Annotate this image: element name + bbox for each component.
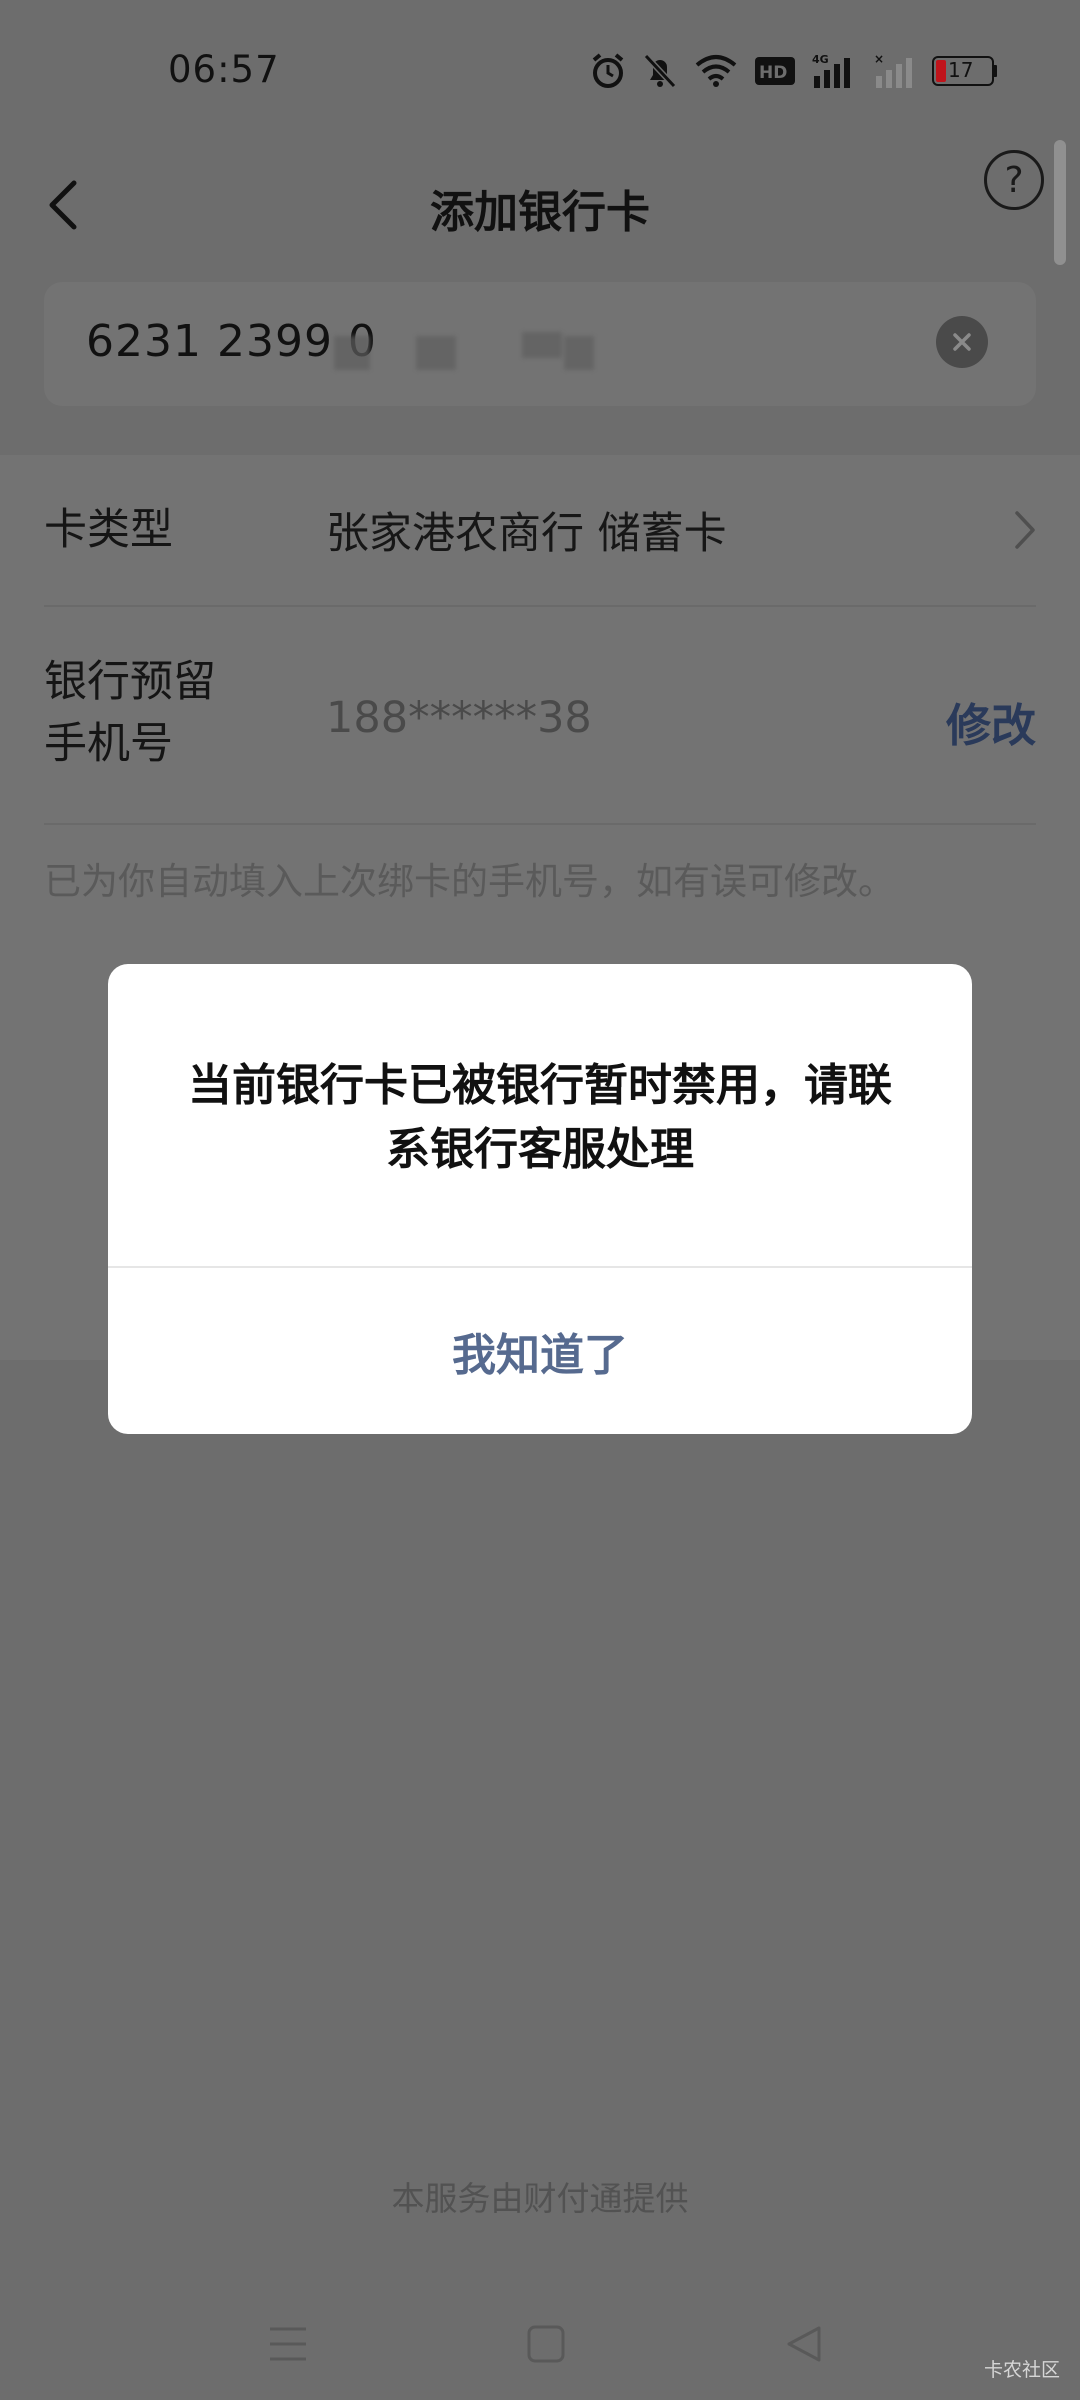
redaction-block (334, 336, 370, 370)
chevron-right-icon (1015, 511, 1035, 549)
phone-row: 银行预留 手机号 188******38 修改 (44, 605, 1036, 825)
watermark: 卡农社区 (983, 2359, 1060, 2381)
phone-label-line1: 银行预留 (44, 657, 216, 707)
svg-text:4G: 4G (812, 53, 829, 66)
redaction-block (522, 332, 562, 358)
mute-bell-icon (643, 53, 677, 89)
menu-icon (270, 2327, 306, 2361)
hd-icon: HD (755, 57, 795, 85)
phone-label-line2: 手机号 (44, 719, 173, 770)
help-button[interactable]: ? (984, 150, 1044, 210)
dialog-message-line2: 系银行客服处理 (386, 1124, 694, 1175)
alert-dialog: 当前银行卡已被银行暂时禁用，请联 系银行客服处理 我知道了 (108, 964, 972, 1434)
acknowledge-button[interactable]: 我知道了 (108, 1268, 972, 1434)
back-triangle-icon (787, 2326, 821, 2362)
autofill-hint: 已为你自动填入上次绑卡的手机号，如有误可修改。 (44, 860, 895, 903)
status-time: 06:57 (168, 48, 280, 91)
alarm-icon (592, 53, 624, 88)
card-type-label: 卡类型 (44, 505, 173, 555)
page-title: 添加银行卡 (430, 187, 650, 238)
card-type-value: 张家港农商行 储蓄卡 (326, 509, 727, 559)
dialog-message: 当前银行卡已被银行暂时禁用，请联 系银行客服处理 (164, 1054, 916, 1182)
home-square-icon (527, 2325, 565, 2363)
svg-text:×: × (874, 52, 884, 66)
edit-phone-link[interactable]: 修改 (946, 689, 1036, 754)
signal-empty-icon: × (874, 52, 912, 88)
redaction-block (564, 336, 594, 370)
phone-label: 银行预留 手机号 (44, 651, 216, 776)
redaction-block (416, 336, 456, 370)
system-nav-bar (0, 2300, 1080, 2400)
battery-level: 17 (948, 58, 974, 82)
battery-icon: 17 (932, 56, 998, 86)
menu-nav-button[interactable] (258, 2314, 318, 2374)
status-bar: 06:57 HD 4G × 17 (0, 0, 1080, 140)
close-icon (953, 333, 971, 351)
back-nav-button[interactable] (774, 2314, 834, 2374)
wifi-icon (695, 55, 737, 87)
card-type-row[interactable]: 卡类型 张家港农商行 储蓄卡 (44, 455, 1036, 607)
signal-4g-icon: 4G (812, 53, 850, 88)
home-nav-button[interactable] (516, 2314, 576, 2374)
svg-text:HD: HD (759, 63, 787, 83)
scrollbar-thumb[interactable] (1054, 140, 1066, 265)
help-icon: ? (1004, 159, 1024, 201)
clear-input-button[interactable] (936, 316, 988, 368)
phone-value: 188******38 (326, 693, 592, 743)
dialog-message-line1: 当前银行卡已被银行暂时禁用，请联 (188, 1060, 892, 1111)
card-number-field[interactable]: 6231 2399 0 (44, 282, 1036, 406)
provider-footer: 本服务由财付通提供 (391, 2179, 689, 2218)
status-icons: HD 4G × 17 (590, 46, 998, 96)
